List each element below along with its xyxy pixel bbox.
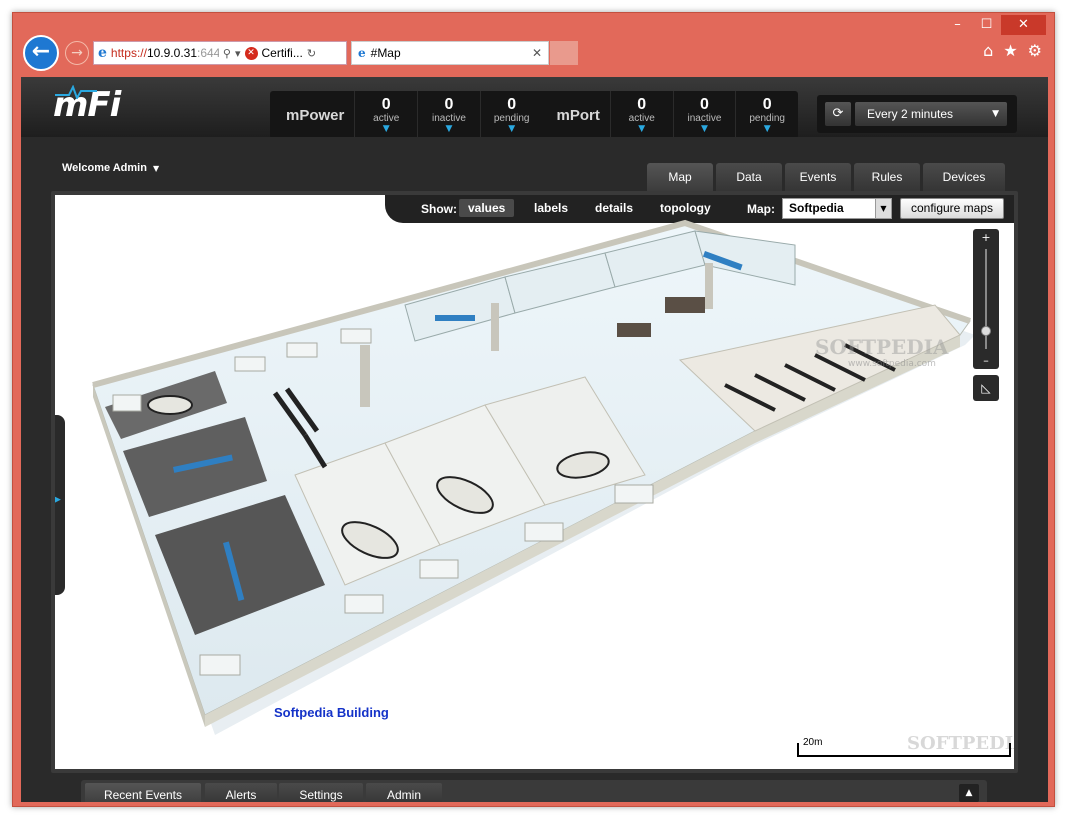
watermark-text: SOFTPEDIA <box>815 335 949 359</box>
dropdown-icon[interactable]: ▾ <box>235 47 241 60</box>
expand-arrow-icon: ▼ <box>700 124 708 134</box>
tab-events[interactable]: Events <box>785 163 851 191</box>
tab-admin[interactable]: Admin <box>366 783 442 802</box>
scale-label: 20m <box>803 737 823 748</box>
refresh-page-icon[interactable]: ↻ <box>307 47 316 60</box>
mpower-inactive-stat[interactable]: 0 inactive ▼ <box>417 91 480 139</box>
mport-label: mPort <box>556 106 600 124</box>
expand-arrow-icon: ▼ <box>763 124 771 134</box>
main-tabs: Map Data Events Rules Devices <box>647 163 1005 191</box>
refresh-panel: ⟳ Every 2 minutes ▼ <box>817 95 1017 133</box>
welcome-text: Welcome Admin <box>62 162 147 174</box>
left-panel-toggle[interactable]: ▶ <box>54 415 65 595</box>
tab-rules[interactable]: Rules <box>854 163 920 191</box>
zoom-in-icon[interactable]: + <box>973 231 999 244</box>
zoom-out-icon[interactable]: – <box>973 354 999 367</box>
map-scale: 20m <box>797 737 1011 757</box>
bottom-panel: Recent Events Alerts Settings Admin ▲ <box>81 780 987 802</box>
close-window-button[interactable]: ✕ <box>1001 15 1046 35</box>
address-url[interactable]: https://10.9.0.31:6443 <box>111 46 219 60</box>
certificate-error-label[interactable]: Certifi... <box>262 46 303 60</box>
device-stats-panel: mPower 0 active ▼ 0 inactive ▼ 0 pending… <box>270 91 798 139</box>
measure-tool-icon[interactable]: ◺ <box>973 375 999 401</box>
mfi-logo: mFi <box>53 85 121 125</box>
stat-value: 0 <box>699 96 709 113</box>
chevron-down-icon: ▼ <box>992 109 999 119</box>
browser-tab[interactable]: e #Map ✕ <box>351 41 549 65</box>
building-name-label[interactable]: Softpedia Building <box>274 705 389 720</box>
zoom-slider-handle[interactable] <box>981 326 991 336</box>
mport-pending-stat[interactable]: 0 pending ▼ <box>735 91 798 139</box>
floor-plan-3d <box>92 219 975 735</box>
watermark-url: www.softpedia.com <box>848 359 936 369</box>
stat-value: 0 <box>444 96 454 113</box>
zoom-control[interactable]: + – <box>973 229 999 369</box>
column <box>360 345 370 407</box>
maximize-button[interactable]: ☐ <box>972 15 1001 35</box>
refresh-interval-select[interactable]: Every 2 minutes ▼ <box>855 102 1007 126</box>
app-content: mFi mPower 0 active ▼ 0 inactive ▼ 0 pen… <box>21 77 1048 802</box>
mport-active-stat[interactable]: 0 active ▼ <box>609 91 673 139</box>
map-view[interactable]: Show: values labels details topology Map… <box>51 191 1018 773</box>
url-prefix: https:// <box>110 46 147 60</box>
stat-value: 0 <box>637 96 647 113</box>
refresh-interval-value: Every 2 minutes <box>867 107 954 121</box>
ie-logo-icon: e <box>98 45 107 61</box>
tab-recent-events[interactable]: Recent Events <box>85 783 201 802</box>
settings-gear-icon[interactable]: ⚙ <box>1028 41 1042 60</box>
conference-table <box>147 395 193 415</box>
stat-value: 0 <box>507 96 517 113</box>
new-tab-button[interactable] <box>550 41 578 65</box>
tab-devices[interactable]: Devices <box>923 163 1005 191</box>
url-host: 10.9.0.31 <box>146 46 197 60</box>
certificate-error-icon[interactable]: ✕ <box>244 46 258 60</box>
tab-map[interactable]: Map <box>647 163 713 191</box>
expand-arrow-icon: ▼ <box>382 124 390 134</box>
search-icon[interactable]: ⚲ <box>223 47 231 60</box>
address-bar[interactable]: e https://10.9.0.31:6443 ⚲ ▾ ✕ Certifi..… <box>93 41 347 65</box>
expand-arrow-icon: ▼ <box>638 124 646 134</box>
tab-data[interactable]: Data <box>716 163 782 191</box>
window-controls: – ☐ ✕ <box>943 15 1046 35</box>
url-port: :6443 <box>197 46 219 60</box>
minimize-button[interactable]: – <box>943 15 972 35</box>
mpower-label: mPower <box>286 106 345 124</box>
tab-title: #Map <box>370 46 401 60</box>
home-icon[interactable]: ⌂ <box>983 41 993 60</box>
chevron-up-icon[interactable]: ▲ <box>959 784 979 802</box>
mpower-pending-stat[interactable]: 0 pending ▼ <box>479 91 543 139</box>
favorites-star-icon[interactable]: ★ <box>1003 41 1017 60</box>
browser-window: – ☐ ✕ ← → e https://10.9.0.31:6443 ⚲ ▾ ✕… <box>12 12 1055 807</box>
expand-arrow-icon: ▼ <box>508 124 516 134</box>
forward-button[interactable]: → <box>65 41 89 65</box>
column <box>705 263 713 309</box>
app-header: mFi mPower 0 active ▼ 0 inactive ▼ 0 pen… <box>21 77 1048 139</box>
column <box>491 303 499 351</box>
chevron-right-icon: ▶ <box>54 495 61 505</box>
refresh-icon[interactable]: ⟳ <box>825 102 851 126</box>
chevron-down-icon: ▼ <box>152 164 160 173</box>
close-tab-icon[interactable]: ✕ <box>532 46 542 60</box>
stat-value: 0 <box>381 96 391 113</box>
back-button[interactable]: ← <box>23 35 59 71</box>
expand-arrow-icon: ▼ <box>445 124 453 134</box>
tab-favicon-icon: e <box>358 46 366 60</box>
mport-inactive-stat[interactable]: 0 inactive ▼ <box>672 91 736 139</box>
browser-toolbar-icons: ⌂ ★ ⚙ <box>983 41 1042 60</box>
logo-wave-icon <box>55 85 97 99</box>
user-menu[interactable]: Welcome Admin ▼ <box>62 162 159 174</box>
mpower-active-stat[interactable]: 0 active ▼ <box>354 91 417 139</box>
stat-value: 0 <box>762 96 772 113</box>
tab-settings-bottom[interactable]: Settings <box>279 783 363 802</box>
tab-alerts[interactable]: Alerts <box>205 783 277 802</box>
